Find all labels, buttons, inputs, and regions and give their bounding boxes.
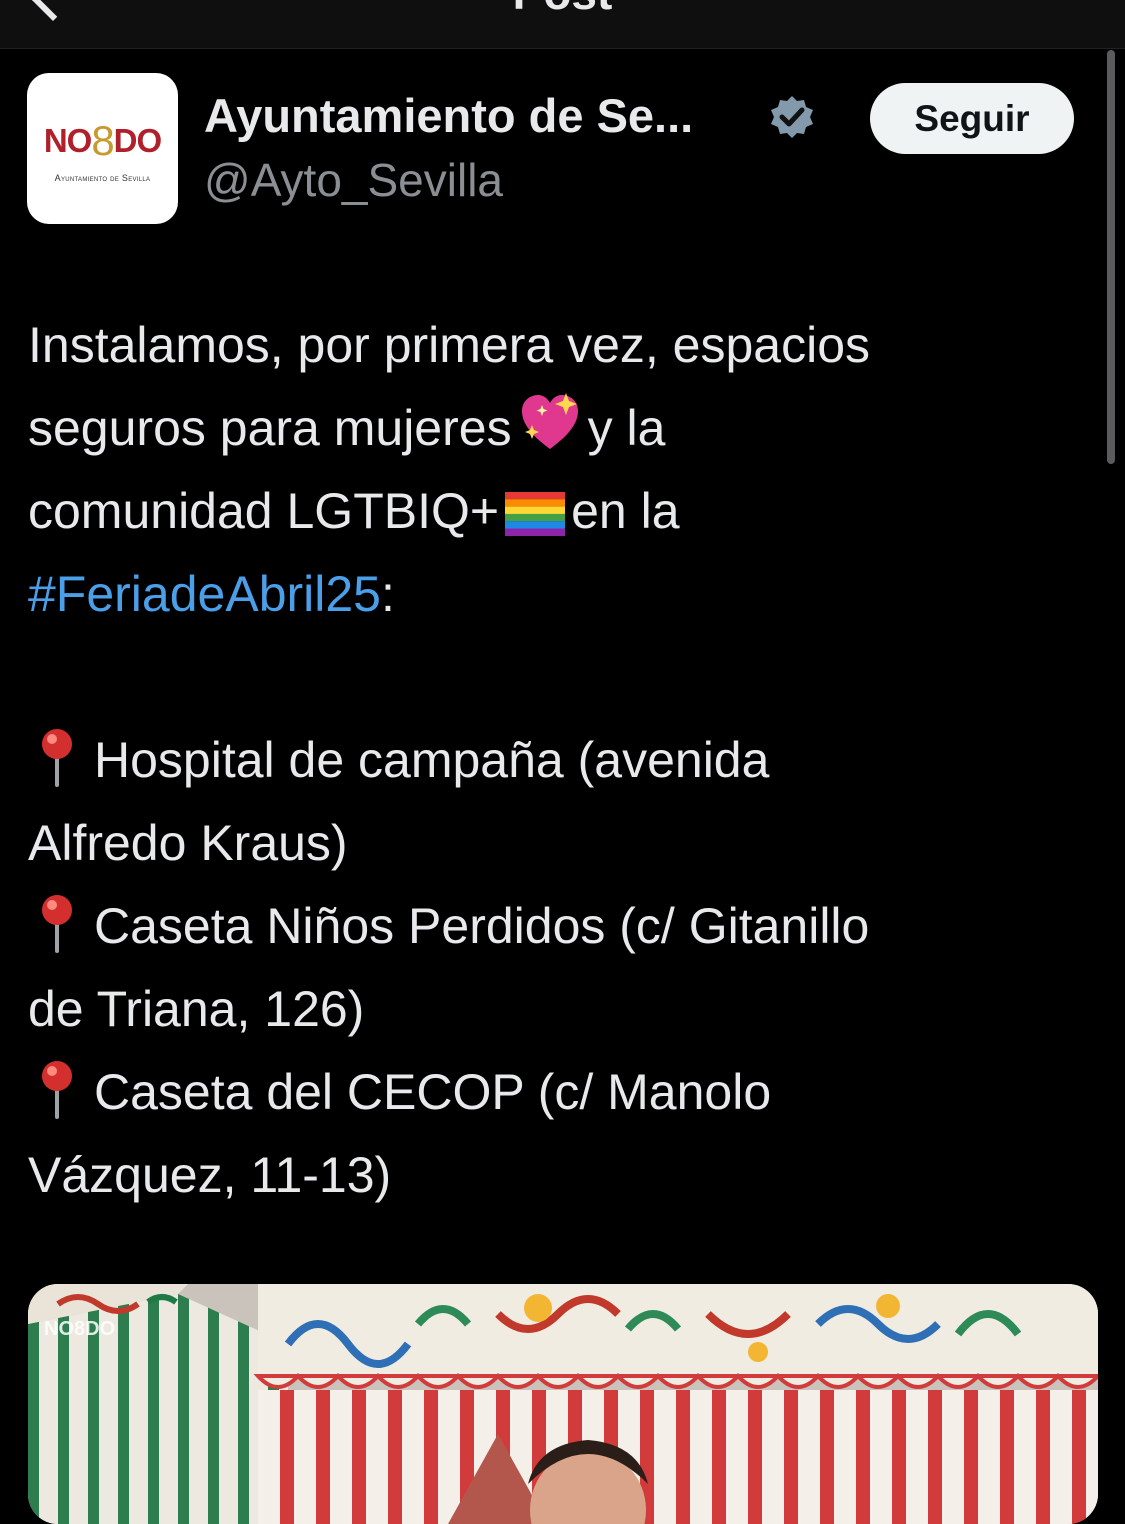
author-handle[interactable]: @Ayto_Sevilla xyxy=(204,153,503,207)
page-title: Post xyxy=(0,0,1125,20)
location-line: de Triana, 126) xyxy=(28,981,365,1037)
post-text: Instalamos, por primera vez, espacios se… xyxy=(28,304,1103,1217)
post-line: #FeriadeAbril25: xyxy=(28,566,395,622)
verified-badge-icon xyxy=(771,96,813,138)
avatar-logo: NO8DO xyxy=(43,117,162,164)
author-name[interactable]: Ayuntamiento de Se... xyxy=(204,88,693,143)
round-pushpin-emoji xyxy=(36,727,78,812)
round-pushpin-emoji xyxy=(36,893,78,978)
location-line: Caseta del CECOP (c/ Manolo xyxy=(28,1051,1103,1134)
hashtag-link[interactable]: #FeriadeAbril25 xyxy=(28,566,381,622)
avatar[interactable]: NO8DO Ayuntamiento de Sevilla xyxy=(27,73,178,224)
feria-caseta-image xyxy=(28,1284,1098,1524)
sparkling-heart-emoji xyxy=(518,391,582,478)
post-media-video[interactable]: NO8DO xyxy=(28,1284,1098,1524)
location-line: Alfredo Kraus) xyxy=(28,815,348,871)
post-line: seguros para mujeres y la xyxy=(28,387,1103,470)
rainbow-flag-emoji xyxy=(505,478,566,561)
location-line: Vázquez, 11-13) xyxy=(28,1147,392,1203)
round-pushpin-emoji xyxy=(36,1059,78,1144)
scrollbar[interactable] xyxy=(1107,50,1115,464)
follow-button[interactable]: Seguir xyxy=(870,83,1074,154)
media-watermark: NO8DO xyxy=(44,1318,116,1340)
post-line: Instalamos, por primera vez, espacios xyxy=(28,317,871,373)
location-line: Hospital de campaña (avenida xyxy=(28,719,1103,802)
post-line: comunidad LGTBIQ+ en la xyxy=(28,470,1103,553)
location-line: Caseta Niños Perdidos (c/ Gitanillo xyxy=(28,885,1103,968)
top-navigation-bar: Post xyxy=(0,0,1125,49)
avatar-subtitle: Ayuntamiento de Sevilla xyxy=(54,173,151,183)
